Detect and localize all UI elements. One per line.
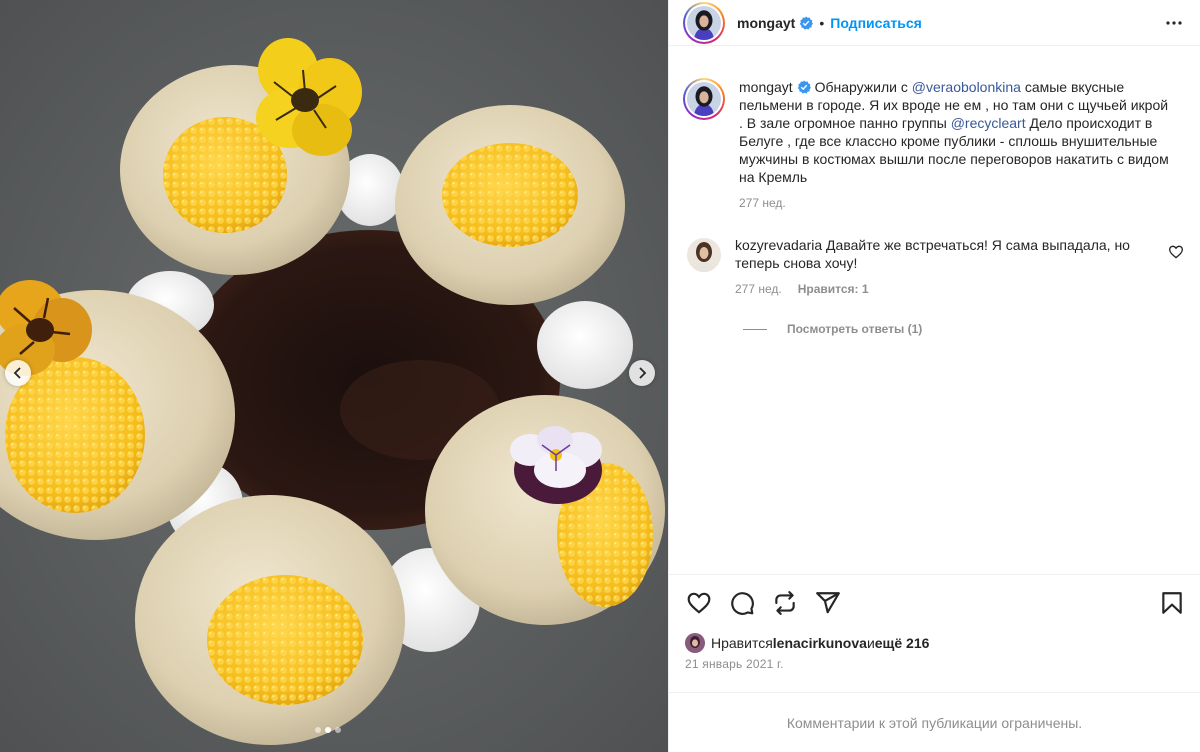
comment-like-heart-icon[interactable] (1168, 244, 1184, 260)
liked-by-conj: и (866, 635, 875, 651)
liked-by-others[interactable]: ещё 216 (875, 635, 930, 651)
post-actions-area: Нравится lenacirkunova и ещё 216 21 янва… (669, 574, 1200, 692)
verified-badge-icon (800, 16, 814, 30)
carousel-dot (335, 727, 341, 733)
bookmark-icon (1162, 592, 1182, 614)
post-media[interactable] (0, 0, 668, 752)
comment-button[interactable] (728, 589, 756, 617)
action-bar (685, 589, 1186, 617)
commenter-avatar[interactable] (687, 238, 721, 272)
share-button[interactable] (814, 589, 842, 617)
caption-time[interactable]: 277 нед. (739, 196, 786, 210)
post-date[interactable]: 21 январь 2021 г. (685, 657, 1186, 671)
comment-text: kozyrevadaria Давайте же встречаться! Я … (735, 236, 1184, 272)
carousel-dot (325, 727, 331, 733)
post-side-panel: mongayt • Подписаться mongayt Обнаружили… (668, 0, 1200, 752)
more-options-button[interactable] (1162, 11, 1186, 35)
post-header: mongayt • Подписаться (669, 0, 1200, 46)
more-horizontal-icon (1166, 20, 1182, 25)
liked-by-prefix: Нравится (711, 635, 773, 651)
follow-button[interactable]: Подписаться (830, 15, 922, 31)
carousel-dot (315, 727, 321, 733)
caption-author-avatar[interactable] (683, 78, 725, 120)
commenter-avatar-image (687, 238, 721, 272)
author-avatar-image (687, 5, 721, 40)
liker-avatar[interactable] (685, 633, 705, 653)
caption-meta: 277 нед. (739, 196, 1184, 210)
caption-part: Обнаружили с (810, 79, 912, 95)
heart-icon (687, 592, 711, 614)
mention-link[interactable]: @veraobolonkina (912, 79, 1021, 95)
comment-item: kozyrevadaria Давайте же встречаться! Я … (683, 236, 1184, 296)
save-button[interactable] (1158, 589, 1186, 617)
caption-username[interactable]: mongayt (739, 79, 793, 95)
post-container: mongayt • Подписаться mongayt Обнаружили… (0, 0, 1200, 752)
repost-icon (775, 591, 795, 615)
comment-time[interactable]: 277 нед. (735, 282, 782, 296)
liked-by: Нравится lenacirkunova и ещё 216 (685, 633, 1186, 653)
replies-divider-line (743, 328, 767, 330)
carousel-prev-button[interactable] (5, 360, 31, 386)
author-username[interactable]: mongayt (737, 15, 795, 31)
chevron-left-icon (13, 367, 21, 379)
header-separator: • (819, 14, 825, 31)
caption-text: mongayt Обнаружили с @veraobolonkina сам… (739, 78, 1184, 186)
caption: mongayt Обнаружили с @veraobolonkina сам… (683, 78, 1184, 210)
carousel-indicator (315, 727, 341, 733)
carousel-next-button[interactable] (629, 360, 655, 386)
comment-bubble-icon (731, 592, 754, 615)
like-button[interactable] (685, 589, 713, 617)
repost-button[interactable] (771, 589, 799, 617)
post-photo (0, 0, 668, 752)
view-replies-label: Посмотреть ответы (1) (787, 322, 923, 336)
send-icon (816, 592, 840, 614)
comments-limited-notice: Комментарии к этой публикации ограничены… (669, 692, 1200, 752)
comment-likes[interactable]: Нравится: 1 (798, 282, 869, 296)
chevron-right-icon (639, 367, 647, 379)
comment-meta: 277 нед. Нравится: 1 (735, 282, 1184, 296)
liked-by-user[interactable]: lenacirkunova (773, 635, 867, 651)
author-avatar-image (687, 82, 721, 116)
comment-username[interactable]: kozyrevadaria (735, 237, 822, 253)
mention-link[interactable]: @recycleart (951, 115, 1026, 131)
view-replies-button[interactable]: Посмотреть ответы (1) (743, 322, 1184, 336)
author-avatar[interactable] (683, 1, 725, 44)
liker-avatar-image (685, 633, 705, 653)
verified-badge-icon (797, 80, 811, 94)
